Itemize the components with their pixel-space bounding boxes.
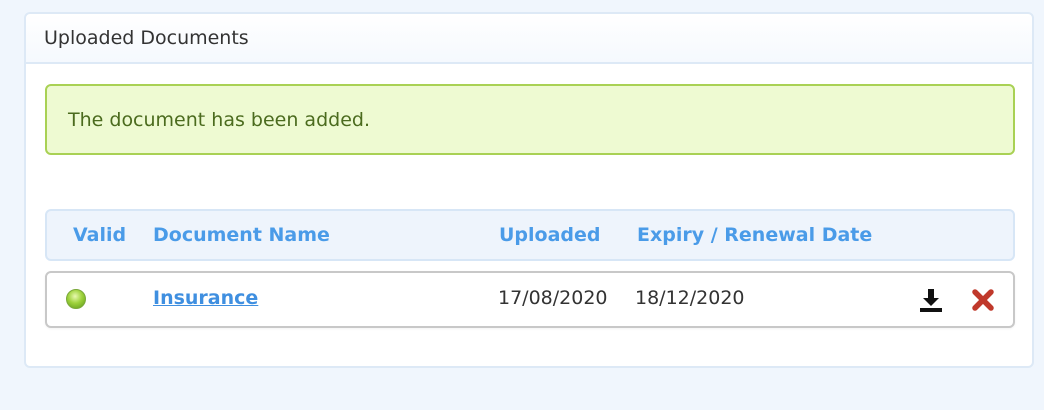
panel-header: Uploaded Documents	[26, 14, 1032, 64]
download-icon[interactable]	[915, 284, 947, 316]
table-header: Valid Document Name Uploaded Expiry / Re…	[45, 209, 1015, 261]
column-header-document-name[interactable]: Document Name	[153, 224, 330, 246]
alert-message: The document has been added.	[68, 108, 370, 131]
column-header-uploaded[interactable]: Uploaded	[499, 224, 601, 246]
uploaded-date: 17/08/2020	[498, 287, 608, 309]
panel-title: Uploaded Documents	[44, 27, 249, 49]
table-row: Insurance 17/08/2020 18/12/2020	[45, 271, 1015, 328]
valid-status-icon	[66, 289, 86, 309]
success-alert: The document has been added.	[45, 84, 1015, 155]
column-header-valid[interactable]: Valid	[73, 224, 126, 246]
document-name-link[interactable]: Insurance	[153, 287, 258, 309]
delete-icon[interactable]	[967, 284, 999, 316]
uploaded-documents-panel: Uploaded Documents The document has been…	[24, 12, 1034, 368]
expiry-date: 18/12/2020	[635, 287, 745, 309]
column-header-expiry[interactable]: Expiry / Renewal Date	[637, 224, 872, 246]
